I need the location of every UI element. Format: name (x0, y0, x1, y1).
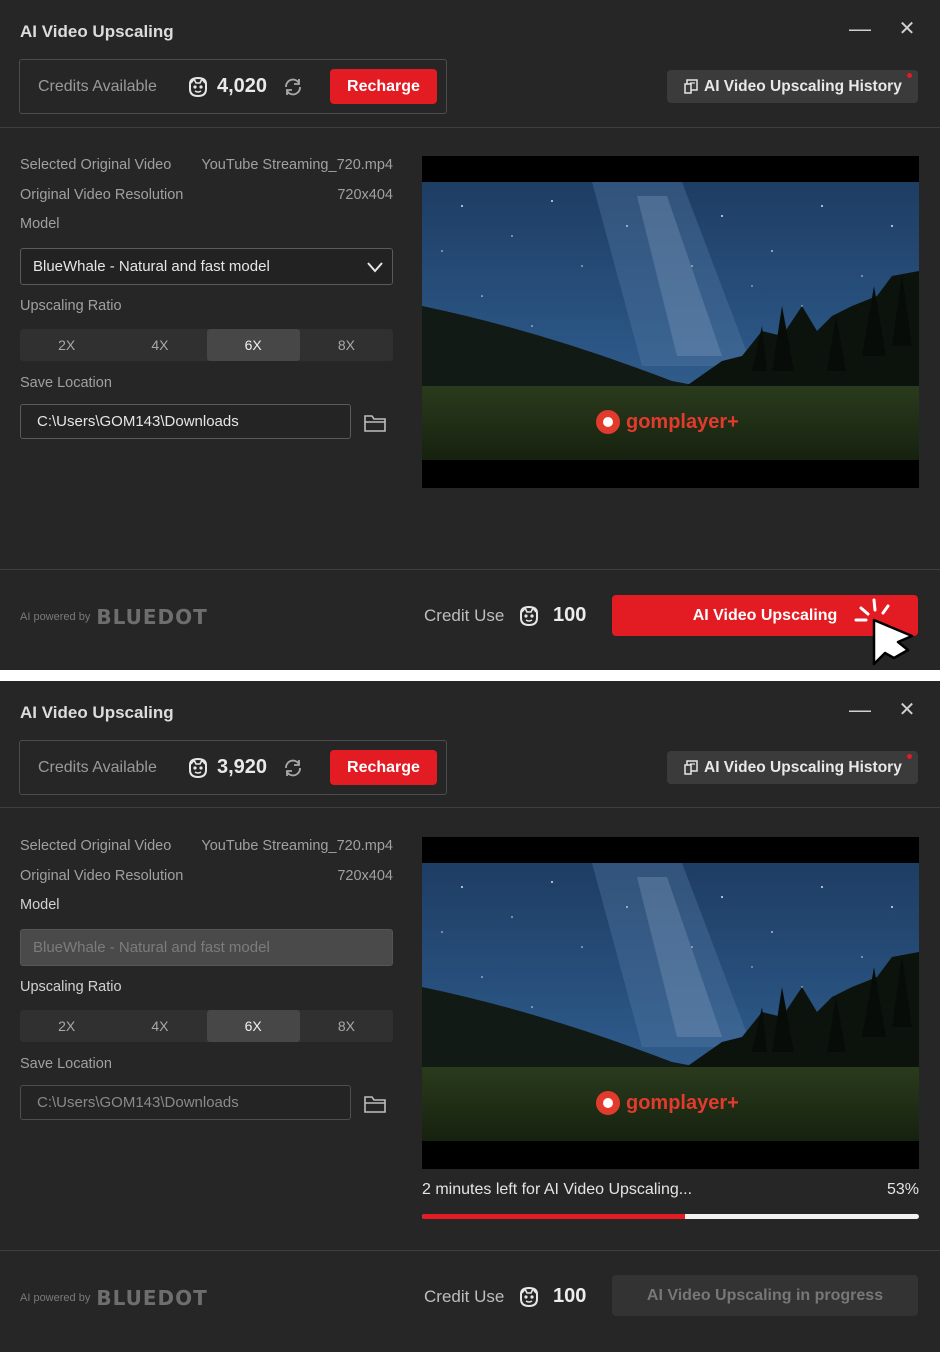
mouse-pointer-click-icon (854, 598, 914, 666)
credits-value: 4,020 (217, 75, 268, 97)
upscaling-ratio-label: Upscaling Ratio (20, 979, 122, 995)
bluedot-logo: BLUEDOT (96, 605, 208, 629)
minimize-button[interactable]: — (847, 697, 873, 723)
svg-text:gomplayer+: gomplayer+ (626, 1092, 739, 1114)
progress-percent: 53% (886, 1181, 919, 1198)
save-location-input: C:\Users\GOM143\Downloads (20, 1085, 351, 1120)
credits-panel: Credits Available 3,920 Recharge (19, 740, 447, 795)
ratio-option-4x: 4X (151, 1018, 169, 1034)
folder-icon[interactable] (363, 412, 387, 434)
credit-use-value: 100 (553, 1285, 587, 1307)
credit-use-label: Credit Use (424, 606, 505, 625)
night-sky-landscape-image: gomplayer+ (422, 863, 919, 1169)
history-button[interactable]: AI Video Upscaling History (667, 70, 918, 103)
footer-divider (0, 1250, 940, 1251)
header-divider (0, 807, 940, 808)
credits-panel: Credits Available 4,020 Recharge (19, 59, 447, 114)
history-document-icon (684, 760, 698, 775)
upscaling-ratio-selector: 2X 4X 6X 8X (20, 1010, 393, 1042)
ratio-option-8x: 8X (337, 1018, 355, 1034)
coin-face-icon (189, 757, 207, 779)
history-new-badge (907, 73, 912, 78)
video-preview: gomplayer+ (422, 156, 919, 488)
history-button[interactable]: AI Video Upscaling History (667, 751, 918, 784)
upscaling-ratio-selector: 2X 4X 6X 8X (20, 329, 393, 361)
progress-bar-fill (422, 1214, 686, 1219)
resolution-value: 720x404 (337, 868, 393, 884)
video-preview: gomplayer+ (422, 837, 919, 1169)
minimize-button[interactable]: — (847, 16, 873, 42)
credits-available-label: Credits Available (38, 78, 157, 95)
recharge-button[interactable]: Recharge (330, 69, 437, 104)
close-button[interactable]: ✕ (894, 697, 920, 723)
upscaling-dialog-in-progress: AI Video Upscaling — ✕ Credits Available… (0, 681, 940, 1352)
selected-video-value: YouTube Streaming_720.mp4 (201, 838, 393, 854)
save-location-label: Save Location (20, 1056, 112, 1072)
ratio-option-6x[interactable]: 6X (206, 329, 300, 361)
folder-icon[interactable] (363, 1093, 387, 1115)
powered-by: AI powered by BLUEDOT (20, 1286, 208, 1310)
refresh-icon[interactable] (282, 76, 304, 98)
upscaling-dialog-initial: AI Video Upscaling — ✕ Credits Available… (0, 0, 940, 670)
recharge-button[interactable]: Recharge (330, 750, 437, 785)
ratio-option-8x[interactable]: 8X (300, 329, 393, 361)
start-upscaling-label: AI Video Upscaling (692, 606, 838, 624)
upscaling-in-progress-label: AI Video Upscaling in progress (646, 1286, 884, 1304)
save-location-label: Save Location (20, 375, 112, 391)
coin-face-icon (520, 1286, 538, 1308)
upscaling-in-progress-button: AI Video Upscaling in progress (612, 1275, 918, 1316)
model-select[interactable]: BlueWhale - Natural and fast model (20, 248, 393, 285)
dialog-title: AI Video Upscaling (20, 22, 174, 41)
resolution-value: 720x404 (337, 187, 393, 203)
night-sky-landscape-image: gomplayer+ (422, 182, 919, 488)
footer-divider (0, 569, 940, 570)
powered-by-label: AI powered by (20, 1292, 91, 1304)
credits-value: 3,920 (217, 756, 268, 778)
ratio-option-4x[interactable]: 4X (113, 329, 206, 361)
selected-video-value: YouTube Streaming_720.mp4 (201, 157, 393, 173)
svg-text:gomplayer+: gomplayer+ (626, 411, 739, 433)
ratio-option-2x[interactable]: 2X (20, 329, 113, 361)
credit-use-value: 100 (553, 604, 587, 626)
ratio-option-6x: 6X (206, 1010, 300, 1042)
selected-video-label: Selected Original Video (20, 838, 172, 854)
bluedot-logo: BLUEDOT (96, 1286, 208, 1310)
model-select-value: BlueWhale - Natural and fast model (33, 939, 270, 956)
resolution-label: Original Video Resolution (20, 187, 184, 203)
save-location-value: C:\Users\GOM143\Downloads (37, 413, 239, 430)
upscaling-ratio-label: Upscaling Ratio (20, 298, 122, 314)
coin-face-icon (520, 605, 538, 627)
refresh-icon[interactable] (282, 757, 304, 779)
coin-face-icon (189, 76, 207, 98)
save-location-input[interactable]: C:\Users\GOM143\Downloads (20, 404, 351, 439)
dialog-title: AI Video Upscaling (20, 703, 174, 722)
chevron-down-icon (367, 262, 383, 273)
history-new-badge (907, 754, 912, 759)
powered-by: AI powered by BLUEDOT (20, 605, 208, 629)
powered-by-label: AI powered by (20, 611, 91, 623)
progress-bar (422, 1214, 919, 1219)
model-select-value: BlueWhale - Natural and fast model (33, 258, 270, 275)
credit-use-label: Credit Use (424, 1287, 505, 1306)
history-button-label: AI Video Upscaling History (704, 77, 902, 95)
close-button[interactable]: ✕ (894, 16, 920, 42)
progress-status-text: 2 minutes left for AI Video Upscaling... (422, 1181, 693, 1198)
credits-available-label: Credits Available (38, 759, 157, 776)
save-location-value: C:\Users\GOM143\Downloads (37, 1094, 239, 1111)
ratio-option-2x: 2X (58, 1018, 76, 1034)
header-divider (0, 127, 940, 128)
selected-video-label: Selected Original Video (20, 157, 172, 173)
history-document-icon (684, 79, 698, 94)
model-label: Model (20, 897, 60, 913)
model-select: BlueWhale - Natural and fast model (20, 929, 393, 966)
model-label: Model (20, 216, 60, 232)
history-button-label: AI Video Upscaling History (704, 758, 902, 776)
resolution-label: Original Video Resolution (20, 868, 184, 884)
